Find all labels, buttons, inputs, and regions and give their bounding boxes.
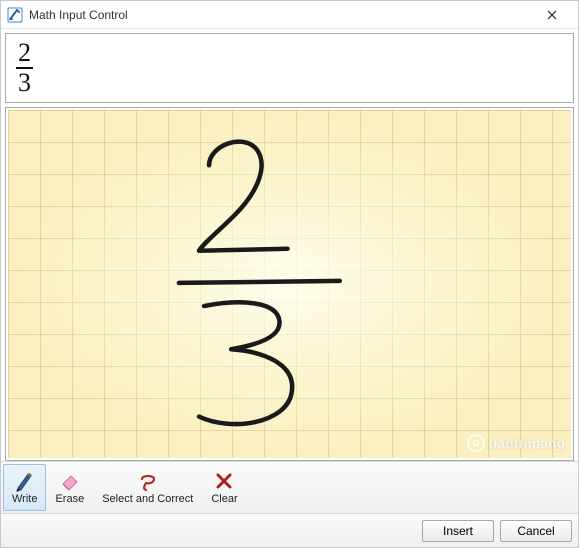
eraser-icon [58,470,82,492]
math-preview: 2 3 [5,33,574,103]
fraction-denominator: 3 [16,69,33,96]
fraction: 2 3 [16,40,33,96]
x-icon [212,470,236,492]
window: Math Input Control 2 3 [0,0,579,548]
insert-button[interactable]: Insert [422,520,494,542]
tool-label: Erase [55,493,84,505]
close-button[interactable] [532,1,572,29]
tool-clear[interactable]: Clear [202,464,246,511]
tool-write[interactable]: Write [3,464,46,511]
tool-erase[interactable]: Erase [46,464,93,511]
tool-select-correct[interactable]: Select and Correct [93,464,202,511]
pencil-icon [13,470,37,492]
tool-label: Clear [211,493,237,505]
tool-label: Write [12,493,37,505]
fraction-numerator: 2 [16,40,33,67]
handwriting-ink [8,110,571,452]
ink-canvas-frame: uantrimang [5,107,574,461]
app-icon [7,7,23,23]
bottom-bar: Insert Cancel [1,513,578,547]
lasso-icon [136,470,160,492]
window-title: Math Input Control [29,8,532,22]
cancel-button[interactable]: Cancel [500,520,572,542]
content-area: 2 3 [1,29,578,461]
ink-canvas[interactable]: uantrimang [8,110,571,458]
titlebar: Math Input Control [1,1,578,29]
toolbar: Write Erase Select and Correct [1,461,578,513]
tool-label: Select and Correct [102,493,193,505]
